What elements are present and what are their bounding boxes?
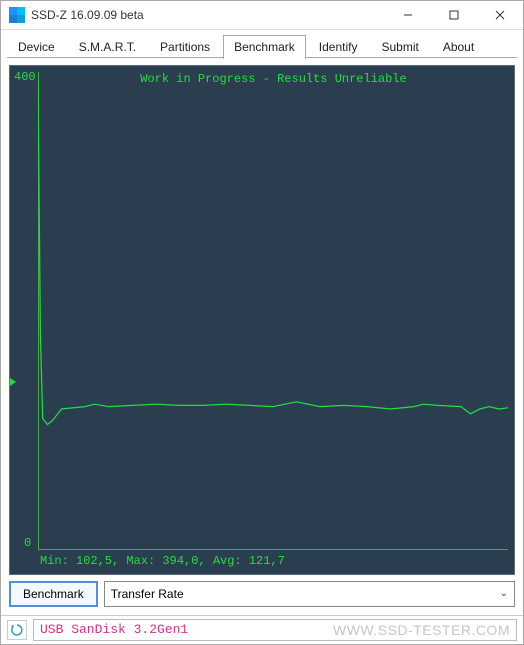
metric-select-value: Transfer Rate bbox=[111, 587, 184, 601]
chart-line bbox=[38, 72, 508, 550]
maximize-icon bbox=[449, 10, 459, 20]
chart-stats: Min: 102,5, Max: 394,0, Avg: 121,7 bbox=[40, 554, 285, 568]
device-name-box: USB SanDisk 3.2Gen1 WWW.SSD-TESTER.COM bbox=[33, 619, 517, 641]
y-axis-min: 0 bbox=[24, 536, 31, 550]
refresh-icon bbox=[10, 623, 24, 637]
titlebar: SSD-Z 16.09.09 beta bbox=[1, 1, 523, 30]
benchmark-chart: 400 0 Work in Progress - Results Unrelia… bbox=[9, 65, 515, 575]
controls-row: Benchmark Transfer Rate ⌄ bbox=[9, 581, 515, 607]
minimize-icon bbox=[403, 10, 413, 20]
tab-benchmark[interactable]: Benchmark bbox=[223, 35, 306, 59]
tab-smart[interactable]: S.M.A.R.T. bbox=[68, 35, 147, 59]
tab-about[interactable]: About bbox=[432, 35, 485, 59]
app-window: SSD-Z 16.09.09 beta Device S.M.A.R.T. Pa… bbox=[0, 0, 524, 645]
close-button[interactable] bbox=[477, 1, 523, 29]
tab-partitions[interactable]: Partitions bbox=[149, 35, 221, 59]
site-watermark: WWW.SSD-TESTER.COM bbox=[333, 622, 510, 638]
minimize-button[interactable] bbox=[385, 1, 431, 29]
tab-submit[interactable]: Submit bbox=[370, 35, 429, 59]
tab-content: 400 0 Work in Progress - Results Unrelia… bbox=[1, 59, 523, 615]
refresh-button[interactable] bbox=[7, 620, 27, 640]
window-title: SSD-Z 16.09.09 beta bbox=[31, 8, 144, 22]
chart-marker-icon bbox=[10, 378, 16, 386]
tabstrip: Device S.M.A.R.T. Partitions Benchmark I… bbox=[1, 30, 523, 58]
app-icon bbox=[9, 7, 25, 23]
tab-device[interactable]: Device bbox=[7, 35, 66, 59]
statusbar: USB SanDisk 3.2Gen1 WWW.SSD-TESTER.COM bbox=[1, 615, 523, 644]
y-axis-max: 400 bbox=[14, 70, 36, 84]
metric-select[interactable]: Transfer Rate ⌄ bbox=[104, 581, 515, 607]
close-icon bbox=[495, 10, 505, 20]
tab-identify[interactable]: Identify bbox=[308, 35, 369, 59]
benchmark-button[interactable]: Benchmark bbox=[9, 581, 98, 607]
maximize-button[interactable] bbox=[431, 1, 477, 29]
chevron-down-icon: ⌄ bbox=[500, 588, 508, 599]
window-controls bbox=[385, 1, 523, 29]
device-name: USB SanDisk 3.2Gen1 bbox=[40, 622, 188, 637]
